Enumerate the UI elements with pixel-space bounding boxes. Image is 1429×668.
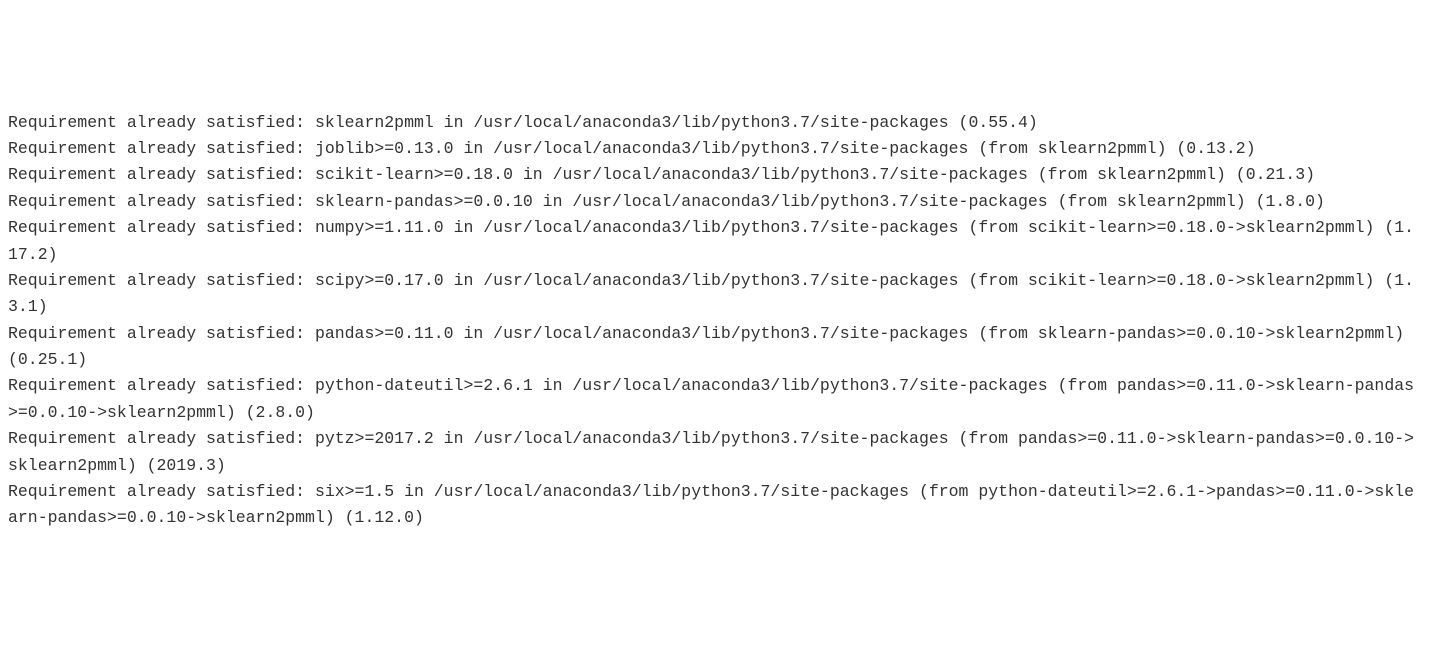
pip-output-line: Requirement already satisfied: python-da… [8, 373, 1421, 426]
pip-output-line: Requirement already satisfied: scipy>=0.… [8, 268, 1421, 321]
pip-output-line: Requirement already satisfied: pandas>=0… [8, 321, 1421, 374]
pip-output-line: Requirement already satisfied: numpy>=1.… [8, 215, 1421, 268]
pip-output-line: Requirement already satisfied: sklearn-p… [8, 189, 1421, 215]
pip-output-line: Requirement already satisfied: pytz>=201… [8, 426, 1421, 479]
pip-output-line: Requirement already satisfied: sklearn2p… [8, 110, 1421, 136]
terminal-output: Requirement already satisfied: sklearn2p… [8, 110, 1421, 532]
pip-output-line: Requirement already satisfied: six>=1.5 … [8, 479, 1421, 532]
pip-output-line: Requirement already satisfied: scikit-le… [8, 162, 1421, 188]
pip-output-line: Requirement already satisfied: joblib>=0… [8, 136, 1421, 162]
